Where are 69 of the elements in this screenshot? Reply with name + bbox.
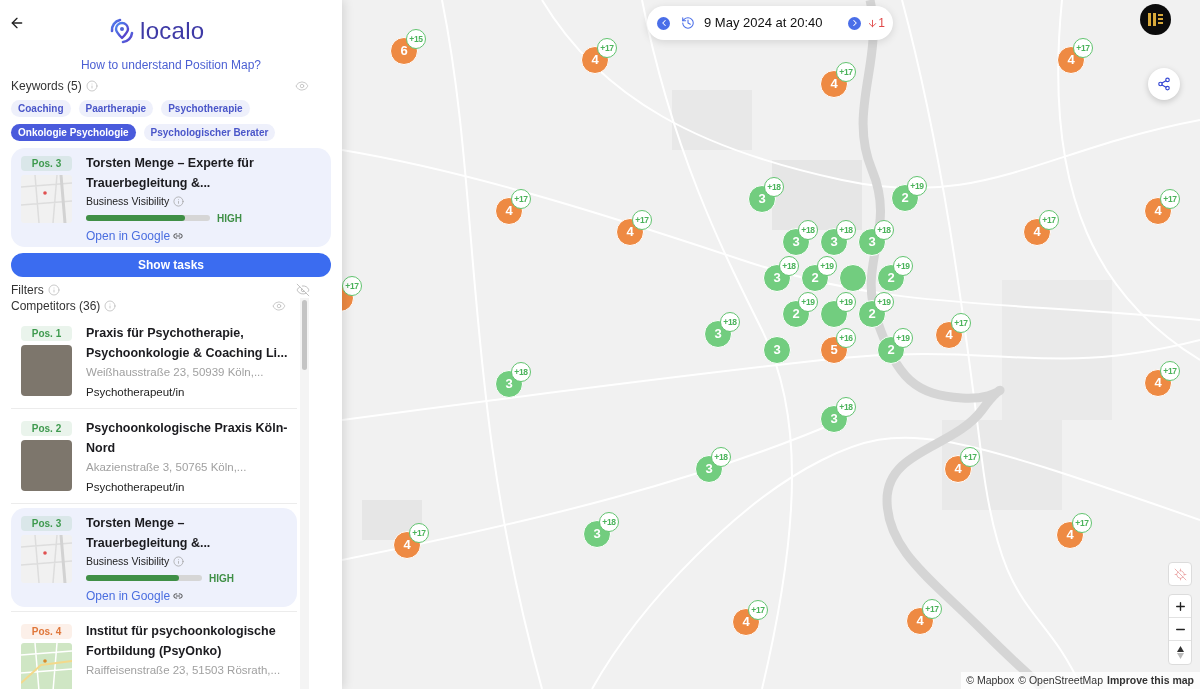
visibility-rating: HIGH <box>217 211 242 226</box>
visibility-label: Business Visibility <box>86 193 170 209</box>
map-thumbnail <box>21 175 72 223</box>
section-label: Competitors (36) <box>11 298 101 315</box>
info-icon <box>173 556 185 567</box>
competitor-item[interactable]: Pos. 3 Torsten Menge – Trauerbegleitung &... Business Visibility HIGH Open in Google <box>11 508 297 607</box>
position-tag: Pos. 4 <box>21 624 72 639</box>
eye-icon <box>295 79 309 93</box>
keyword-tag[interactable]: Psychologischer Berater <box>143 124 276 141</box>
eye-off-icon <box>296 283 310 297</box>
map-thumbnail <box>21 643 72 689</box>
photo-placeholder <box>21 440 72 491</box>
link-icon <box>173 590 184 601</box>
scrollbar-thumb[interactable] <box>302 300 307 370</box>
business-address: Raiffeisenstraße 23, 51503 Rösrath,... <box>86 663 282 678</box>
business-card[interactable]: Pos. 3 Torsten Menge – Experte für Trauerbegleitung &... Business Visibility HIGH Open in Google <box>11 148 331 247</box>
arrow-down-icon <box>867 17 879 29</box>
compass-icon <box>1176 646 1184 659</box>
keyword-tag[interactable]: Psychotherapie <box>161 100 250 117</box>
scrollbar-track[interactable] <box>300 298 309 689</box>
keyword-tag[interactable]: Coaching <box>11 100 71 117</box>
info-icon <box>104 300 117 312</box>
locate-off-icon <box>1173 567 1187 581</box>
open-in-google-link[interactable]: Open in Google <box>86 586 184 605</box>
date-text: 9 May 2024 at 20:40 <box>704 14 823 33</box>
info-icon <box>173 196 185 207</box>
business-category: Psychotherapeut/in <box>86 384 186 400</box>
position-tag: Pos. 3 <box>21 516 72 531</box>
position-tag: Pos. 3 <box>21 156 72 171</box>
logo-text: localo <box>140 17 205 45</box>
business-category: Psychotherapeut/in <box>86 479 186 495</box>
visibility-toggle[interactable] <box>272 299 286 313</box>
next-button[interactable] <box>848 16 862 30</box>
business-title: Psychoonkologische Praxis Köln-Nord <box>86 420 289 457</box>
share-icon <box>1157 77 1171 91</box>
open-in-google-link[interactable]: Open in Google <box>86 226 184 245</box>
business-title: Torsten Menge – Experte für Trauerbegleitung &... <box>86 155 255 192</box>
section-label: Filters <box>11 282 44 299</box>
business-title: Institut für psychoonkologische Fortbildung (PsyOnko) <box>86 623 277 660</box>
previous-button[interactable] <box>657 16 670 30</box>
business-address: Weißhausstraße 23, 50939 Köln,... <box>86 365 265 380</box>
visibility-rating: HIGH <box>209 571 234 586</box>
help-link[interactable]: How to understand Position Map? <box>80 57 262 73</box>
position-tag: Pos. 2 <box>21 421 72 436</box>
position-tag: Pos. 1 <box>21 326 72 341</box>
visibility-toggle[interactable] <box>296 283 310 297</box>
position-change: 1 <box>878 15 885 32</box>
link-icon <box>173 230 184 241</box>
attribution-link[interactable]: © OpenStreetMap <box>1018 672 1104 689</box>
keyword-tag[interactable]: Paartherapie <box>78 100 154 117</box>
keyword-tag[interactable]: Onkologie Psychologie <box>11 124 136 141</box>
avatar-icon[interactable] <box>1140 4 1171 35</box>
info-icon <box>47 284 60 296</box>
business-title: Torsten Menge – Trauerbegleitung &... <box>86 515 212 552</box>
photo-placeholder <box>21 345 72 396</box>
section-label: Keywords (5) <box>11 78 82 95</box>
info-icon <box>85 80 98 92</box>
show-tasks-button[interactable]: Show tasks <box>11 253 331 277</box>
history-clock-icon <box>681 16 695 30</box>
business-title: Praxis für Psychotherapie, Psychoonkologie & Coaching Li... <box>86 325 289 362</box>
map-thumbnail <box>21 535 72 583</box>
business-address: Akazienstraße 3, 50765 Köln,... <box>86 460 248 475</box>
visibility-toggle[interactable] <box>295 79 309 93</box>
logo-icon <box>108 17 135 45</box>
attribution-link[interactable]: © Mapbox <box>966 672 1015 689</box>
improve-map-link[interactable]: Improve this map <box>1107 672 1194 689</box>
visibility-label: Business Visibility <box>86 553 170 569</box>
eye-icon <box>272 299 286 313</box>
plus-icon <box>1173 599 1187 613</box>
